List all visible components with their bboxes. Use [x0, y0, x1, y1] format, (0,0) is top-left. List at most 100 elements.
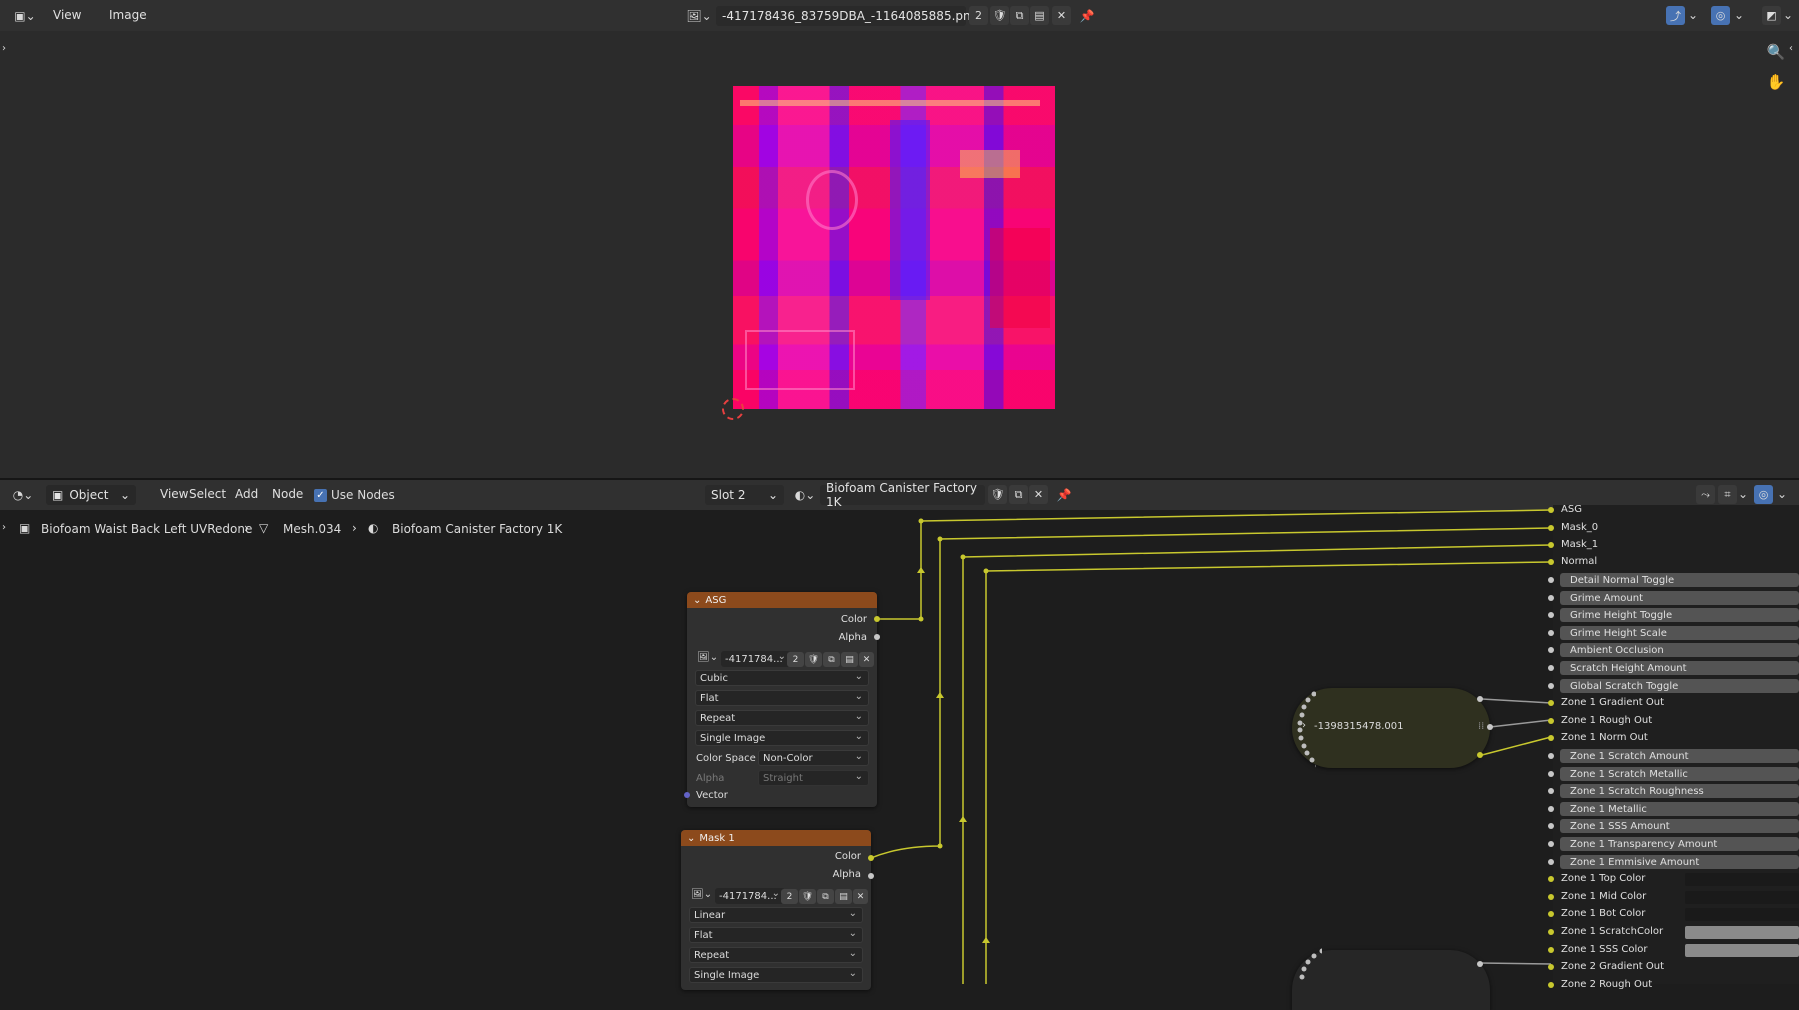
param-socket[interactable] — [1548, 982, 1554, 988]
output-color-label: Color — [840, 614, 867, 625]
collapse-icon[interactable]: ⌄ — [687, 833, 695, 844]
group-output-socket-3[interactable] — [1477, 752, 1483, 758]
mask1-alpha-socket[interactable] — [868, 873, 874, 879]
image-texture-node-asg[interactable]: ⌄ ASG Color Alpha 🖼⌄ -4171784... 2 🛡 ⧉ ▤… — [687, 592, 877, 807]
asg-source-dropdown[interactable]: Single Image — [695, 730, 869, 746]
mask1-unlink-icon[interactable]: ✕ — [853, 889, 868, 904]
param-socket[interactable] — [1548, 806, 1554, 812]
param-socket[interactable] — [1548, 700, 1554, 706]
asg-vector-socket[interactable] — [684, 792, 690, 798]
mask1-dup-icon[interactable]: ⧉ — [817, 889, 834, 904]
param-socket[interactable] — [1548, 647, 1554, 653]
link-group-rough — [1489, 719, 1552, 728]
param-socket[interactable] — [1548, 630, 1554, 636]
image-browse-small-icon[interactable]: 🖼⌄ — [697, 652, 718, 663]
mask1-new-icon[interactable]: ▤ — [835, 889, 852, 904]
asg-dup-icon[interactable]: ⧉ — [823, 652, 840, 667]
asg-users-count[interactable]: 2 — [787, 652, 804, 667]
param-socket[interactable] — [1548, 841, 1554, 847]
collapse-icon[interactable]: ⌄ — [693, 595, 701, 606]
param-socket[interactable] — [1548, 718, 1554, 724]
param-socket[interactable] — [1548, 788, 1554, 794]
asg-extension-dropdown[interactable]: Repeat — [695, 710, 869, 726]
socket-mask1[interactable] — [1548, 542, 1554, 548]
param-socket[interactable] — [1548, 859, 1554, 865]
param-slider[interactable]: Zone 1 Scratch Metallic — [1560, 767, 1799, 781]
param-socket[interactable] — [1548, 612, 1554, 618]
asg-color-socket[interactable] — [874, 616, 880, 622]
group-node-grip-icon: ⁞⁞ — [1478, 721, 1485, 732]
param-socket[interactable] — [1548, 894, 1554, 900]
param-socket[interactable] — [1548, 753, 1554, 759]
mask1-color-socket[interactable] — [868, 855, 874, 861]
param-socket[interactable] — [1548, 595, 1554, 601]
param-color-swatch[interactable] — [1685, 908, 1799, 921]
asg-color-space-dropdown[interactable]: Non-Color — [758, 750, 869, 766]
mask1-image-field[interactable]: -4171784... — [715, 888, 785, 904]
param-socket[interactable] — [1548, 876, 1554, 882]
asg-fake-user-icon[interactable]: 🛡 — [805, 652, 822, 667]
param-label: Zone 1 Norm Out — [1561, 732, 1648, 743]
asg-projection-dropdown[interactable]: Flat — [695, 690, 869, 706]
param-label: Zone 2 Gradient Out — [1561, 961, 1665, 972]
param-slider[interactable]: Zone 1 Transparency Amount — [1560, 837, 1799, 851]
mask1-interpolation-dropdown[interactable]: Linear — [689, 907, 863, 923]
image-texture-node-mask1[interactable]: ⌄ Mask 1 Color Alpha 🖼⌄ -4171784... 2 🛡 … — [681, 830, 871, 990]
param-socket[interactable] — [1548, 735, 1554, 741]
param-slider[interactable]: Grime Amount — [1560, 591, 1799, 605]
mask1-users-count[interactable]: 2 — [781, 889, 798, 904]
node-asg-header[interactable]: ⌄ ASG — [687, 592, 877, 608]
param-slider[interactable]: Zone 1 Emmisive Amount — [1560, 855, 1799, 869]
node-mask1-header[interactable]: ⌄ Mask 1 — [681, 830, 871, 846]
param-socket[interactable] — [1548, 964, 1554, 970]
output-alpha-label: Alpha — [838, 632, 867, 643]
param-slider[interactable]: Ambient Occlusion — [1560, 643, 1799, 657]
param-color-swatch[interactable] — [1685, 944, 1799, 957]
param-socket[interactable] — [1548, 665, 1554, 671]
param-socket[interactable] — [1548, 823, 1554, 829]
asg-new-icon[interactable]: ▤ — [841, 652, 858, 667]
mask1-extension-dropdown[interactable]: Repeat — [689, 947, 863, 963]
param-slider[interactable]: Global Scratch Toggle — [1560, 679, 1799, 693]
asg-interpolation-dropdown[interactable]: Cubic — [695, 670, 869, 686]
param-slider[interactable]: Zone 1 Metallic — [1560, 802, 1799, 816]
param-label: Zone 1 Rough Out — [1561, 715, 1653, 726]
param-slider[interactable]: Grime Height Scale — [1560, 626, 1799, 640]
group-input-param-list: Detail Normal Toggle Grime Amount Grime He… — [1548, 573, 1799, 990]
param-color-swatch[interactable] — [1685, 873, 1799, 886]
link-zone2-gradient — [1479, 962, 1552, 965]
param-color-swatch[interactable] — [1685, 891, 1799, 904]
asg-image-field[interactable]: -4171784... — [721, 651, 791, 667]
param-socket[interactable] — [1548, 771, 1554, 777]
asg-alpha-socket[interactable] — [874, 634, 880, 640]
asg-vector-label: Vector — [696, 790, 728, 801]
param-slider[interactable]: Zone 1 Scratch Roughness — [1560, 784, 1799, 798]
mask1-image-browse-icon[interactable]: 🖼⌄ — [691, 889, 712, 900]
grey-links — [1479, 698, 1552, 965]
mask1-fake-user-icon[interactable]: 🛡 — [799, 889, 816, 904]
group-output-socket-2[interactable] — [1487, 724, 1493, 730]
param-socket[interactable] — [1548, 929, 1554, 935]
param-slider[interactable]: Detail Normal Toggle — [1560, 573, 1799, 587]
param-label: Zone 1 Mid Color — [1561, 891, 1647, 902]
group-output-socket-1[interactable] — [1477, 696, 1483, 702]
mask1-source-dropdown[interactable]: Single Image — [689, 967, 863, 983]
group2-output-socket[interactable] — [1477, 961, 1483, 967]
mask1-projection-dropdown[interactable]: Flat — [689, 927, 863, 943]
socket-mask0[interactable] — [1548, 525, 1554, 531]
param-socket[interactable] — [1548, 683, 1554, 689]
socket-normal-label: Normal — [1561, 556, 1598, 567]
socket-normal[interactable] — [1548, 559, 1554, 565]
asg-alpha-dropdown[interactable]: Straight — [758, 770, 869, 786]
asg-unlink-icon[interactable]: ✕ — [859, 652, 874, 667]
param-socket[interactable] — [1548, 947, 1554, 953]
param-socket[interactable] — [1548, 577, 1554, 583]
param-color-swatch[interactable] — [1685, 926, 1799, 939]
socket-asg[interactable] — [1548, 507, 1554, 513]
param-slider[interactable]: Zone 1 SSS Amount — [1560, 819, 1799, 833]
param-socket[interactable] — [1548, 911, 1554, 917]
param-slider[interactable]: Scratch Height Amount — [1560, 661, 1799, 675]
collapsed-group-node[interactable]: › -1398315478.001 ⁞⁞ — [1292, 688, 1490, 768]
param-slider[interactable]: Grime Height Toggle — [1560, 608, 1799, 622]
param-slider[interactable]: Zone 1 Scratch Amount — [1560, 749, 1799, 763]
